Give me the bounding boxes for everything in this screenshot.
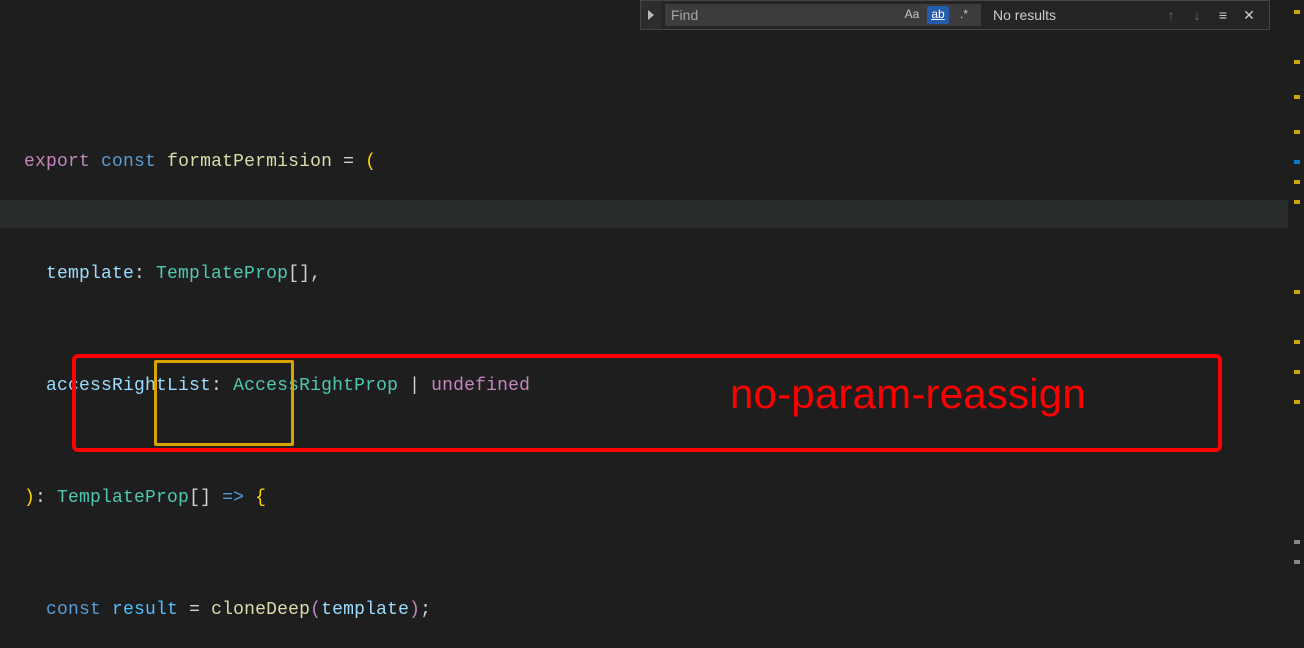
- find-in-selection-button[interactable]: ≡: [1213, 5, 1233, 25]
- whole-word-toggle[interactable]: ab: [927, 6, 949, 24]
- arrow-down-icon: ↓: [1194, 7, 1201, 23]
- close-icon: ✕: [1243, 7, 1255, 24]
- highlighted-line: [0, 200, 1294, 228]
- code-line: template: TemplateProp[],: [24, 260, 1304, 288]
- code-line: accessRightList: AccessRightProp | undef…: [24, 372, 1304, 400]
- code-editor[interactable]: export const formatPermision = ( templat…: [0, 0, 1304, 648]
- find-expand-toggle[interactable]: [641, 1, 661, 29]
- find-prev-button[interactable]: ↑: [1161, 5, 1181, 25]
- find-close-button[interactable]: ✕: [1239, 5, 1259, 25]
- code-line: ): TemplateProp[] => {: [24, 484, 1304, 512]
- highlight-box-red: [72, 354, 1222, 452]
- match-case-toggle[interactable]: Aa: [901, 6, 923, 24]
- selection-icon: ≡: [1219, 7, 1227, 23]
- find-next-button[interactable]: ↓: [1187, 5, 1207, 25]
- find-options: Aa ab .*: [895, 4, 981, 26]
- code-line: const result = cloneDeep(template);: [24, 596, 1304, 624]
- find-input[interactable]: [665, 4, 895, 26]
- find-results-text: No results: [993, 7, 1056, 23]
- arrow-up-icon: ↑: [1168, 7, 1175, 23]
- find-bar: Aa ab .* No results ↑ ↓ ≡ ✕: [640, 0, 1270, 30]
- code-line: export const formatPermision = (: [24, 148, 1304, 176]
- chevron-right-icon: [648, 10, 654, 20]
- regex-toggle[interactable]: .*: [953, 6, 975, 24]
- overview-ruler[interactable]: [1288, 0, 1302, 648]
